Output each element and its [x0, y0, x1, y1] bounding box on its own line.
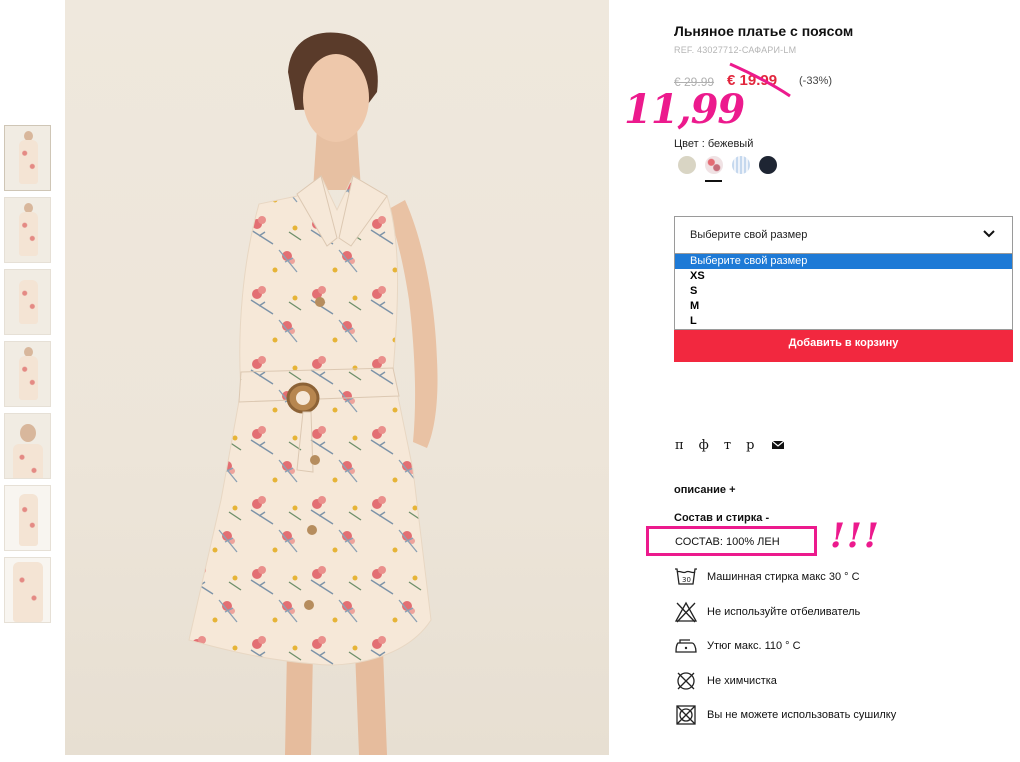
- thumbnail-3[interactable]: [4, 269, 51, 335]
- share-pinterest-icon[interactable]: п: [675, 438, 684, 453]
- thumbnail-7[interactable]: [4, 557, 51, 623]
- product-main-image: [65, 0, 609, 755]
- no-tumble-dry-icon: [676, 705, 696, 725]
- description-toggle[interactable]: описание +: [674, 484, 736, 496]
- care-item: 30 Машинная стирка макс 30 ° С: [674, 560, 994, 595]
- care-item: Вы не можете использовать сушилку: [674, 698, 994, 733]
- size-select[interactable]: Выберите свой размер: [674, 216, 1013, 254]
- share-facebook-icon[interactable]: ф: [699, 438, 709, 453]
- color-swatches: [678, 156, 777, 174]
- wash-30-icon: 30: [675, 568, 697, 585]
- size-option-l[interactable]: L: [675, 314, 1012, 329]
- handwritten-price-annotation: 11,99: [624, 86, 745, 133]
- care-item: Утюг макс. 110 ° С: [674, 629, 994, 664]
- swatch-navy[interactable]: [759, 156, 777, 174]
- product-title: Льняное платье с поясом: [674, 23, 854, 39]
- discount-badge: (-33%): [799, 75, 833, 87]
- size-select-value: Выберите свой размер: [690, 229, 808, 241]
- size-option-m[interactable]: M: [675, 299, 1012, 314]
- size-option-placeholder[interactable]: Выберите свой размер: [675, 254, 1012, 269]
- product-reference: REF. 43027712-САФАРИ-LM: [674, 45, 797, 55]
- no-bleach-icon: [674, 601, 698, 623]
- size-option-xs[interactable]: XS: [675, 269, 1012, 284]
- thumbnail-6[interactable]: [4, 485, 51, 551]
- composition-text: СОСТАВ: 100% ЛЕН: [675, 536, 780, 548]
- care-label: Утюг макс. 110 ° С: [707, 640, 801, 653]
- chevron-down-icon: [983, 230, 995, 238]
- svg-text:30: 30: [682, 576, 691, 584]
- swatch-blue-stripe[interactable]: [732, 156, 750, 174]
- swatch-floral-pink[interactable]: [705, 156, 723, 174]
- iron-icon: [675, 639, 697, 653]
- care-label: Не химчистка: [707, 674, 777, 687]
- thumbnail-1[interactable]: [4, 125, 51, 191]
- exclamation-annotation: !!!: [830, 516, 881, 556]
- thumbnail-gallery: [4, 125, 51, 629]
- share-reddit-icon[interactable]: р: [746, 438, 754, 453]
- care-item: Не химчистка: [674, 664, 994, 699]
- size-option-s[interactable]: S: [675, 284, 1012, 299]
- care-label: Машинная стирка макс 30 ° С: [707, 571, 860, 584]
- no-dry-clean-icon: [677, 672, 695, 690]
- share-links: п ф т р: [675, 438, 785, 453]
- share-twitter-icon[interactable]: т: [724, 438, 731, 453]
- care-label: Не используйте отбеливатель: [707, 605, 861, 618]
- care-item: Не используйте отбеливатель: [674, 595, 994, 630]
- thumbnail-5[interactable]: [4, 413, 51, 479]
- selected-swatch-indicator: [705, 180, 722, 182]
- thumbnail-4[interactable]: [4, 341, 51, 407]
- add-to-cart-button-visible[interactable]: Добавить в корзину: [674, 330, 1013, 362]
- color-label: Цвет : бежевый: [674, 138, 754, 150]
- care-label: Вы не можете использовать сушилку: [707, 709, 897, 722]
- size-dropdown-list: Выберите свой размер XS S M L: [674, 254, 1013, 330]
- thumbnail-2[interactable]: [4, 197, 51, 263]
- composition-toggle[interactable]: Состав и стирка -: [674, 512, 769, 524]
- care-instructions: 30 Машинная стирка макс 30 ° С Не исполь…: [674, 560, 994, 733]
- swatch-beige[interactable]: [678, 156, 696, 174]
- share-email-icon[interactable]: [772, 440, 785, 450]
